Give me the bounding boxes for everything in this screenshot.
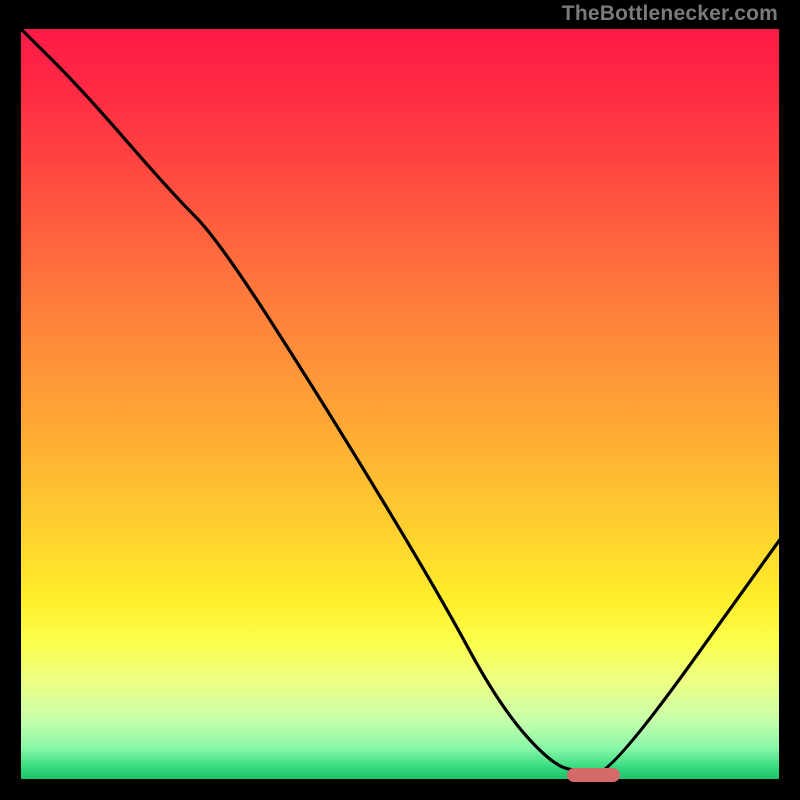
bottleneck-curve-line <box>20 28 780 773</box>
watermark-text: TheBottlenecker.com <box>562 2 778 26</box>
optimum-marker <box>567 768 620 782</box>
chart-svg <box>20 28 780 780</box>
chart-container <box>20 28 780 780</box>
